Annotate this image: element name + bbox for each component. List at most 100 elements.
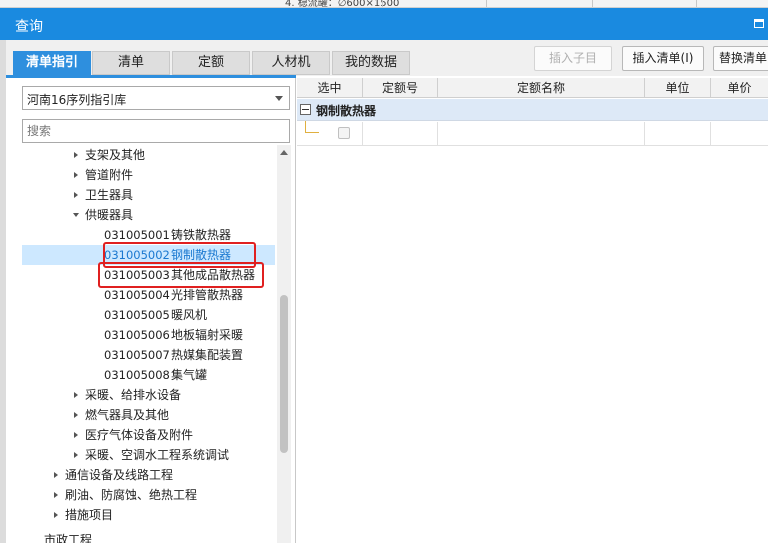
- tree-leaf-item[interactable]: 031005001 铸铁散热器: [22, 225, 275, 245]
- tree-item-label: 其他成品散热器: [171, 268, 256, 282]
- column-header-quota-name[interactable]: 定额名称: [438, 78, 645, 98]
- tree-item-label: 钢制散热器: [171, 248, 232, 262]
- group-title: 钢制散热器: [316, 104, 377, 118]
- tree-item-label: 集气罐: [171, 368, 208, 382]
- expand-arrow-icon[interactable]: [54, 512, 58, 518]
- expand-arrow-icon[interactable]: [74, 432, 78, 438]
- tree-connector-line: [305, 121, 319, 133]
- tree-item-label: 市政工程: [44, 533, 93, 543]
- quota-grid: 选中 定额号 定额名称 单位 单价 钢制散热器: [297, 78, 768, 543]
- scroll-up-arrow-icon[interactable]: [280, 150, 288, 155]
- tree-item-label: 措施项目: [65, 508, 114, 522]
- collapse-minus-icon[interactable]: [300, 104, 311, 115]
- tree-item-label: 地板辐射采暖: [171, 328, 244, 342]
- tab-my-data[interactable]: 我的数据: [332, 51, 410, 75]
- dialog-title-bar[interactable]: 查询: [0, 8, 768, 40]
- insert-list-button[interactable]: 插入清单(I): [622, 46, 704, 71]
- tree-item-label: 热媒集配装置: [171, 348, 244, 362]
- chevron-down-icon[interactable]: [275, 96, 283, 101]
- tree-item-code: 031005008: [104, 368, 170, 382]
- column-header-quota-no[interactable]: 定额号: [363, 78, 438, 98]
- tree-item-label: 光排管散热器: [171, 288, 244, 302]
- grid-header: 选中 定额号 定额名称 单位 单价: [297, 78, 768, 98]
- library-select[interactable]: 河南16序列指引库: [22, 86, 290, 110]
- tab-list-guide[interactable]: 清单指引: [13, 51, 91, 75]
- background-divider: [696, 0, 697, 7]
- tree-item-code: 031005006: [104, 328, 170, 342]
- tree-item-code: 031005004: [104, 288, 170, 302]
- tree-item[interactable]: 医疗气体设备及附件: [22, 425, 275, 445]
- background-divider: [382, 0, 383, 7]
- expand-arrow-icon[interactable]: [74, 452, 78, 458]
- expand-arrow-icon[interactable]: [74, 152, 78, 158]
- tree-item-label: 暖风机: [171, 308, 208, 322]
- tab-list[interactable]: 清单: [92, 51, 170, 75]
- tree-item-label: 管道附件: [85, 168, 134, 182]
- tree-leaf-item[interactable]: 031005006 地板辐射采暖: [22, 325, 275, 345]
- tree-item-label: 采暖、给排水设备: [85, 388, 182, 402]
- tree-item-code: 031005002: [104, 248, 170, 262]
- tree-item[interactable]: 通信设备及线路工程: [22, 465, 275, 485]
- tree-leaf-item[interactable]: 031005008 集气罐: [22, 365, 275, 385]
- tree-leaf-item[interactable]: 031005007 热媒集配装置: [22, 345, 275, 365]
- guide-library-panel: 河南16序列指引库 支架及其他 管道附件 卫生器具 供暖器具 031005001…: [6, 78, 296, 543]
- expand-arrow-icon[interactable]: [54, 472, 58, 478]
- tree-scrollbar[interactable]: [277, 145, 291, 543]
- tree-item-label: 支架及其他: [85, 148, 146, 162]
- table-cell: [438, 122, 645, 146]
- tree-item[interactable]: 市政工程: [22, 530, 275, 543]
- tree-item-code: 031005007: [104, 348, 170, 362]
- expand-arrow-icon[interactable]: [74, 412, 78, 418]
- row-select-checkbox[interactable]: [338, 127, 350, 139]
- tree-item-label: 供暖器具: [85, 208, 134, 222]
- tree-item-label: 刷油、防腐蚀、绝热工程: [65, 488, 198, 502]
- tree-leaf-item[interactable]: 031005004 光排管散热器: [22, 285, 275, 305]
- grid-group-row[interactable]: 钢制散热器: [297, 99, 768, 121]
- tree-item[interactable]: 支架及其他: [22, 145, 275, 165]
- search-input[interactable]: [22, 119, 290, 143]
- tree-leaf-item[interactable]: 031005005 暖风机: [22, 305, 275, 325]
- table-row[interactable]: [297, 122, 768, 146]
- tree-item[interactable]: 采暖、空调水工程系统调试: [22, 445, 275, 465]
- tree-leaf-item[interactable]: 031005003 其他成品散热器: [22, 265, 275, 285]
- tree-item[interactable]: 燃气器具及其他: [22, 405, 275, 425]
- collapse-arrow-icon[interactable]: [73, 213, 79, 217]
- expand-arrow-icon[interactable]: [54, 492, 58, 498]
- tree-item-label: 燃气器具及其他: [85, 408, 170, 422]
- tree-item[interactable]: 卫生器具: [22, 185, 275, 205]
- expand-arrow-icon[interactable]: [74, 392, 78, 398]
- library-select-value: 河南16序列指引库: [27, 93, 127, 107]
- tree-item[interactable]: 管道附件: [22, 165, 275, 185]
- tree-item-label: 卫生器具: [85, 188, 134, 202]
- tree-item-label: 通信设备及线路工程: [65, 468, 174, 482]
- column-header-selected[interactable]: 选中: [297, 78, 363, 98]
- column-header-unit-price[interactable]: 单价: [711, 78, 768, 98]
- tree-item[interactable]: 采暖、给排水设备: [22, 385, 275, 405]
- tab-quota[interactable]: 定额: [172, 51, 250, 75]
- expand-arrow-icon[interactable]: [74, 172, 78, 178]
- tree-item-label: 采暖、空调水工程系统调试: [85, 448, 230, 462]
- background-divider: [592, 0, 593, 7]
- insert-child-button[interactable]: 插入子目: [534, 46, 612, 71]
- scrollbar-thumb[interactable]: [280, 295, 288, 453]
- tree-item-code: 031005001: [104, 228, 170, 242]
- tab-labor-material-machine[interactable]: 人材机: [252, 51, 330, 75]
- dialog-title: 查询: [15, 19, 43, 35]
- tree-item-code: 031005005: [104, 308, 170, 322]
- expand-arrow-icon[interactable]: [74, 192, 78, 198]
- column-header-unit[interactable]: 单位: [645, 78, 711, 98]
- table-cell: [363, 122, 438, 146]
- tree-item-code: 031005003: [104, 268, 170, 282]
- tree-item[interactable]: 措施项目: [22, 505, 275, 525]
- background-divider: [486, 0, 487, 7]
- table-cell: [645, 122, 711, 146]
- replace-list-button[interactable]: 替换清单: [713, 46, 768, 71]
- tree-item-label: 铸铁散热器: [171, 228, 232, 242]
- tree-item[interactable]: 供暖器具: [22, 205, 275, 225]
- tree-item-label: 医疗气体设备及附件: [85, 428, 194, 442]
- tree-item[interactable]: 刷油、防腐蚀、绝热工程: [22, 485, 275, 505]
- maximize-icon[interactable]: [754, 19, 764, 28]
- guide-tree: 支架及其他 管道附件 卫生器具 供暖器具 031005001 铸铁散热器 031…: [22, 145, 275, 543]
- tree-leaf-item-selected[interactable]: 031005002 钢制散热器: [22, 245, 275, 265]
- background-window-strip: 4. 稳流罐：∅600×1500: [0, 0, 768, 8]
